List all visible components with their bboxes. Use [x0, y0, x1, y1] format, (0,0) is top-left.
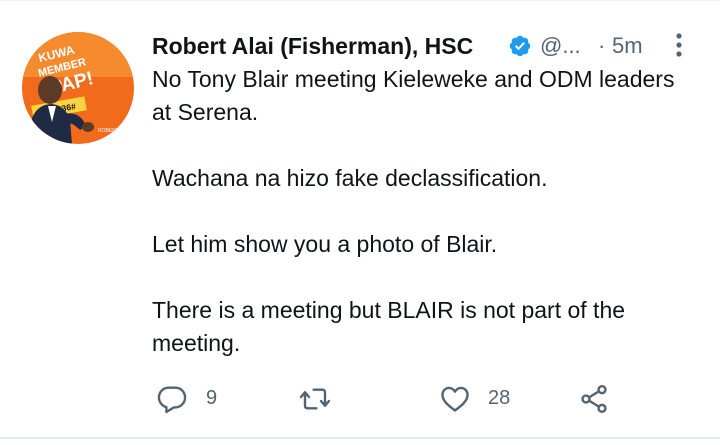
avatar-footer-text: ROBERT ALAI	[98, 128, 131, 134]
reply-count: 9	[206, 387, 218, 409]
author-name[interactable]: Robert Alai (Fisherman), HSC	[152, 30, 473, 62]
tweet-timestamp[interactable]: 5m	[612, 30, 643, 62]
heart-icon	[441, 386, 469, 412]
bottom-divider	[0, 437, 720, 439]
tweet-paragraph: There is a meeting but BLAIR is not part…	[152, 297, 626, 356]
retweet-button[interactable]	[298, 378, 378, 418]
tweet-paragraph: No Tony Blair meeting Kieleweke and ODM …	[152, 66, 675, 125]
author-handle[interactable]: @...	[540, 30, 581, 62]
retweet-icon	[299, 388, 331, 410]
tweet-paragraph: Wachana na hizo fake declassification.	[152, 165, 548, 191]
tweet-actions: 9 28	[152, 378, 692, 418]
tweet-paragraph: Let him show you a photo of Blair.	[152, 231, 498, 257]
tweet-text: No Tony Blair meeting Kieleweke and ODM …	[152, 63, 692, 360]
tweet-header: Robert Alai (Fisherman), HSC @... · 5m	[152, 30, 692, 62]
like-button[interactable]: 28	[438, 378, 528, 418]
top-divider	[0, 0, 720, 1]
more-options-icon[interactable]	[671, 31, 687, 59]
header-separator: ·	[598, 33, 606, 58]
share-button[interactable]	[578, 378, 618, 418]
avatar-image: KUWA MEMBER PAP! *483*036# ROBERT ALAI	[22, 32, 134, 144]
share-icon	[581, 385, 607, 413]
reply-icon	[157, 386, 187, 414]
reply-button[interactable]: 9	[156, 378, 236, 418]
verified-badge-icon	[509, 35, 531, 57]
avatar[interactable]: KUWA MEMBER PAP! *483*036# ROBERT ALAI	[22, 32, 134, 144]
like-count: 28	[488, 387, 511, 409]
